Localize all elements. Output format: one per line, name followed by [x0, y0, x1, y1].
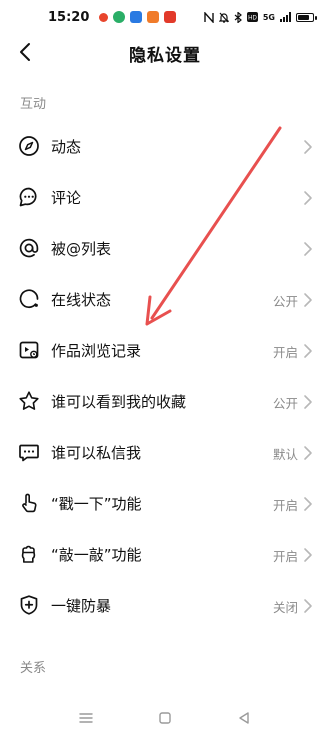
- compass-icon: [19, 136, 39, 156]
- row-value: 开启: [272, 549, 298, 564]
- shield-plus-icon: [20, 595, 38, 615]
- settings-row-dynamic[interactable]: 动态: [0, 122, 330, 172]
- hd-icon: HD: [246, 12, 258, 22]
- status-app-icons: [99, 11, 177, 23]
- settings-row-direct-message[interactable]: 谁可以私信我 默认: [0, 428, 330, 478]
- header-bar: 隐私设置: [0, 34, 330, 70]
- nfc-icon: [204, 11, 214, 23]
- row-value: 公开: [272, 294, 298, 309]
- settings-row-mention-list[interactable]: 被@列表: [0, 224, 330, 274]
- poke-hand-icon: [22, 493, 37, 513]
- chevron-right-icon: [304, 446, 312, 460]
- row-label: 动态: [51, 138, 82, 156]
- mute-icon: [218, 12, 229, 23]
- row-label: 评论: [51, 189, 82, 207]
- message-icon: [19, 444, 39, 462]
- chevron-right-icon: [304, 395, 312, 409]
- red-app-icon: [99, 12, 109, 22]
- status-time: 15:20: [48, 9, 90, 25]
- comment-icon: [19, 187, 37, 207]
- online-status-icon: [19, 289, 39, 309]
- row-value: 开启: [272, 498, 298, 513]
- row-label: 谁可以看到我的收藏: [51, 393, 187, 411]
- chevron-right-icon: [304, 242, 312, 256]
- row-label: 一键防暴: [51, 597, 112, 615]
- knock-hand-icon: [21, 545, 36, 563]
- chevron-right-icon: [304, 344, 312, 358]
- network-type-label: 5G: [262, 12, 275, 22]
- row-value: 默认: [272, 447, 298, 462]
- status-bar: 15:20 HD 5G: [0, 0, 330, 34]
- orange-app-icon: [147, 11, 160, 23]
- chat-app-icon: [113, 11, 126, 23]
- chevron-right-icon: [304, 191, 312, 205]
- chevron-right-icon: [304, 599, 312, 613]
- system-status-icons: HD 5G: [204, 11, 317, 23]
- settings-row-anti-harassment[interactable]: 一键防暴 关闭: [0, 581, 330, 631]
- row-value: 关闭: [272, 600, 298, 615]
- settings-row-favorites-visibility[interactable]: 谁可以看到我的收藏 公开: [0, 377, 330, 427]
- row-label: “戳一下”功能: [51, 495, 142, 513]
- row-value: 开启: [272, 345, 298, 360]
- row-label: 在线状态: [51, 291, 112, 309]
- chevron-right-icon: [304, 293, 312, 307]
- system-nav-bar: [0, 700, 330, 737]
- menu-icon[interactable]: [78, 710, 94, 726]
- settings-row-knock[interactable]: “敲一敲”功能 开启: [0, 530, 330, 580]
- section-label-interaction: 互动: [20, 97, 47, 112]
- home-icon[interactable]: [157, 710, 173, 726]
- back-triangle-icon[interactable]: [236, 710, 252, 726]
- row-label: 被@列表: [51, 240, 112, 258]
- svg-text:HD: HD: [248, 16, 257, 22]
- view-history-icon: [19, 341, 39, 359]
- at-icon: [19, 238, 39, 258]
- row-label: 谁可以私信我: [51, 444, 142, 462]
- blue-app-icon: [130, 11, 143, 23]
- battery-level: [298, 14, 310, 20]
- battery-icon: [296, 12, 317, 22]
- settings-row-comment[interactable]: 评论: [0, 173, 330, 223]
- red-square-app-icon: [164, 11, 177, 23]
- section-label-relations: 关系: [20, 661, 47, 676]
- star-icon: [19, 391, 39, 410]
- row-label: “敲一敲”功能: [51, 546, 142, 564]
- signal-icon: [280, 12, 291, 22]
- chevron-right-icon: [304, 140, 312, 154]
- chevron-right-icon: [304, 497, 312, 511]
- page-title: 隐私设置: [129, 46, 201, 66]
- bluetooth-icon: [234, 11, 242, 23]
- settings-row-view-history[interactable]: 作品浏览记录 开启: [0, 326, 330, 376]
- settings-row-online-status[interactable]: 在线状态 公开: [0, 275, 330, 325]
- settings-row-poke[interactable]: “戳一下”功能 开启: [0, 479, 330, 529]
- chevron-right-icon: [304, 548, 312, 562]
- row-label: 作品浏览记录: [51, 342, 142, 360]
- row-value: 公开: [272, 396, 298, 411]
